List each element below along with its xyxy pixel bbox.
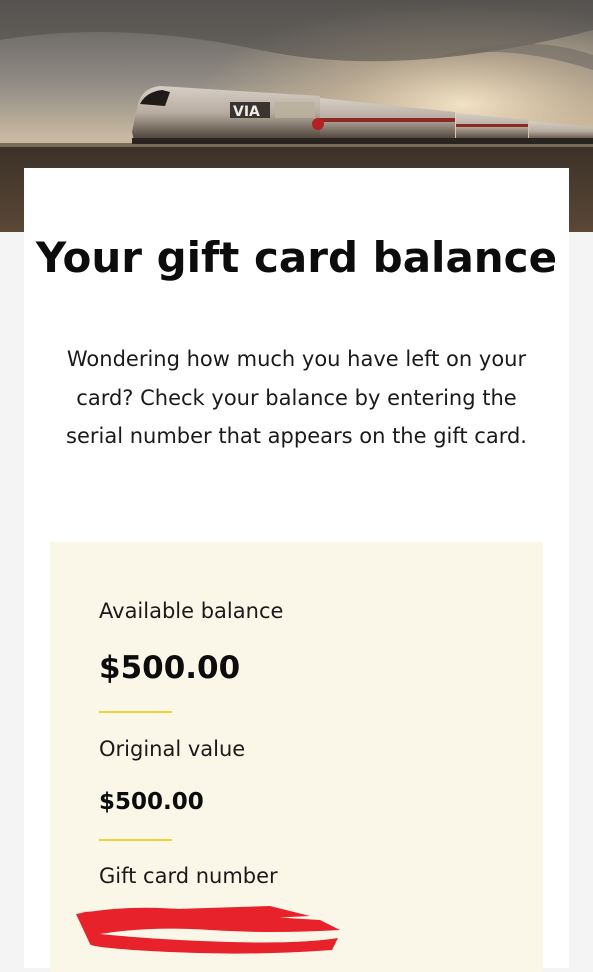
divider (99, 711, 172, 713)
redacted-card-number (76, 906, 340, 954)
page-title: Your gift card balance (35, 233, 558, 282)
original-value-label: Original value (99, 737, 246, 761)
divider (99, 839, 172, 841)
available-balance-label: Available balance (99, 599, 284, 623)
gift-card-number-label: Gift card number (99, 864, 278, 888)
intro-text: Wondering how much you have left on your… (66, 347, 527, 448)
original-value-amount: $500.00 (99, 789, 204, 815)
train-logo-text: VIA (233, 104, 260, 120)
available-balance-value: $500.00 (99, 650, 241, 686)
